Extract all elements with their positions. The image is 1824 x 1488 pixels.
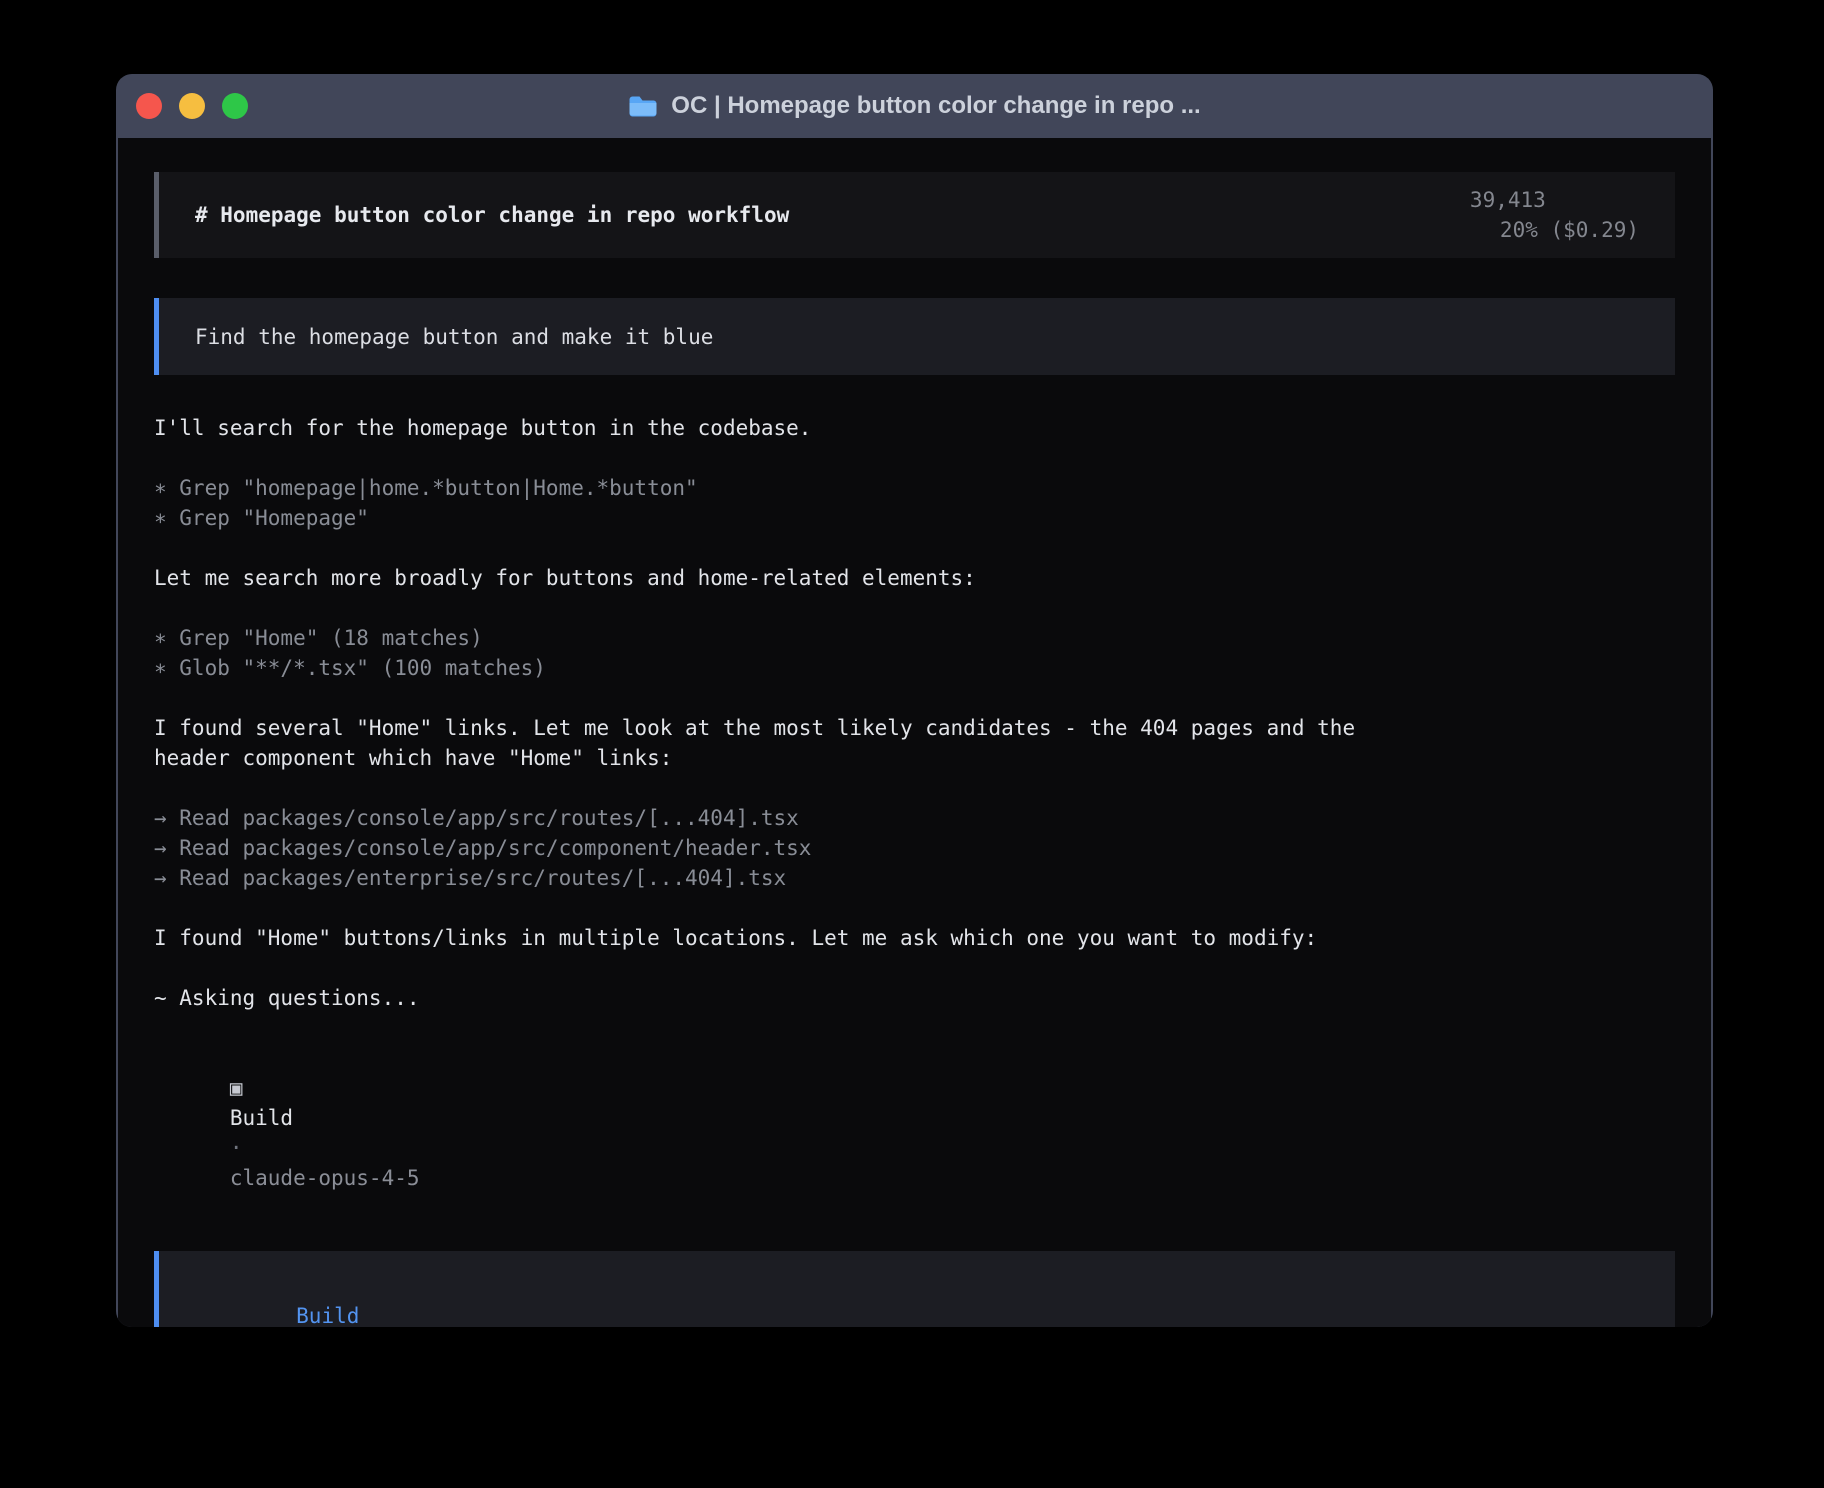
window-title: OC | Homepage button color change in rep…: [671, 92, 1200, 120]
tool-call-block: → Read packages/console/app/src/routes/[…: [154, 803, 1675, 893]
zoom-button[interactable]: [222, 93, 248, 119]
tool-call-line: → Read packages/console/app/src/componen…: [154, 833, 1675, 863]
agent-name: Build: [230, 1106, 293, 1130]
titlebar[interactable]: OC | Homepage button color change in rep…: [116, 74, 1713, 138]
separator-dot: ·: [230, 1136, 243, 1160]
assistant-text-line: header component which have "Home" links…: [154, 743, 1675, 773]
close-button[interactable]: [136, 93, 162, 119]
folder-icon: [628, 94, 658, 118]
session-title: # Homepage button color change in repo w…: [195, 200, 789, 230]
assistant-text-line: ~ Asking questions...: [154, 983, 1675, 1013]
tool-call-line: → Read packages/enterprise/src/routes/[.…: [154, 863, 1675, 893]
tool-call-line: ∗ Grep "Homepage": [154, 503, 1675, 533]
assistant-text-block: I'll search for the homepage button in t…: [154, 413, 1675, 443]
session-stats: 39,413 20% ($0.29): [1369, 155, 1639, 275]
session-header: # Homepage button color change in repo w…: [154, 172, 1675, 258]
token-count: 39,413: [1470, 188, 1546, 212]
user-message-text: Find the homepage button and make it blu…: [195, 322, 713, 352]
assistant-text-line: Let me search more broadly for buttons a…: [154, 563, 1675, 593]
tool-call-line: ∗ Grep "homepage|home.*button|Home.*butt…: [154, 473, 1675, 503]
assistant-text-block: I found several "Home" links. Let me loo…: [154, 713, 1675, 773]
agent-status-line: ▣ Build · claude-opus-4-5: [154, 1043, 1675, 1223]
assistant-text-block: I found "Home" buttons/links in multiple…: [154, 923, 1675, 953]
input-agent-label[interactable]: Build: [296, 1304, 359, 1327]
context-usage: 20% ($0.29): [1500, 218, 1639, 242]
input-meta: Build Claude Opus 4.5 OpenCode Zen: [195, 1271, 1639, 1327]
tool-call-line: → Read packages/console/app/src/routes/[…: [154, 803, 1675, 833]
terminal-content: # Homepage button color change in repo w…: [118, 138, 1711, 1327]
assistant-text-block: ~ Asking questions...: [154, 983, 1675, 1013]
prompt-input[interactable]: Build Claude Opus 4.5 OpenCode Zen: [154, 1251, 1675, 1327]
tool-call-block: ∗ Grep "homepage|home.*button|Home.*butt…: [154, 473, 1675, 533]
window-title-group: OC | Homepage button color change in rep…: [628, 92, 1200, 120]
tool-call-line: ∗ Glob "**/*.tsx" (100 matches): [154, 653, 1675, 683]
conversation: I'll search for the homepage button in t…: [154, 413, 1675, 1043]
agent-status-icon: ▣: [230, 1076, 243, 1100]
tool-call-line: ∗ Grep "Home" (18 matches): [154, 623, 1675, 653]
minimize-button[interactable]: [179, 93, 205, 119]
assistant-text-line: I'll search for the homepage button in t…: [154, 413, 1675, 443]
tool-call-block: ∗ Grep "Home" (18 matches)∗ Glob "**/*.t…: [154, 623, 1675, 683]
user-message: Find the homepage button and make it blu…: [154, 298, 1675, 375]
model-name: claude-opus-4-5: [230, 1166, 420, 1190]
assistant-text-line: I found several "Home" links. Let me loo…: [154, 713, 1675, 743]
assistant-text-block: Let me search more broadly for buttons a…: [154, 563, 1675, 593]
traffic-lights: [136, 74, 248, 138]
assistant-text-line: I found "Home" buttons/links in multiple…: [154, 923, 1675, 953]
terminal-window: OC | Homepage button color change in rep…: [116, 74, 1713, 1327]
